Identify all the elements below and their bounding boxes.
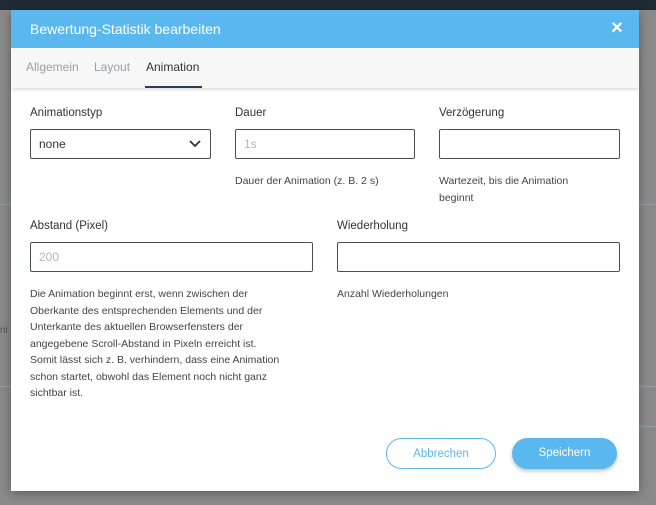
- chevron-down-icon: [189, 140, 201, 148]
- wiederholung-help: Anzahl Wiederholungen: [337, 288, 449, 300]
- active-tab-indicator: [145, 86, 202, 88]
- close-icon[interactable]: ×: [609, 18, 625, 38]
- abstand-help-line: angegebene Scroll-Abstand in Pixeln erre…: [30, 337, 257, 350]
- verzoegerung-label: Verzögerung: [439, 107, 505, 119]
- save-button[interactable]: Speichern: [512, 438, 617, 469]
- background-text: ni: [0, 325, 8, 336]
- dauer-input[interactable]: [235, 129, 415, 159]
- tab-layout[interactable]: Layout: [94, 60, 130, 74]
- background-divider: [639, 386, 656, 387]
- animationstyp-value: none: [39, 137, 66, 151]
- abstand-help-line: Somit lässt sich z. B. verhindern, dass …: [30, 354, 280, 366]
- animationstyp-select[interactable]: none: [30, 129, 211, 159]
- app-top-bar: [0, 0, 656, 10]
- verzoegerung-help-line: beginnt: [439, 191, 474, 204]
- verzoegerung-input[interactable]: [439, 129, 620, 159]
- abstand-help: Die Animation beginnt erst, wenn zwische…: [30, 286, 279, 402]
- abstand-help-line: Die Animation beginnt erst, wenn zwische…: [30, 288, 248, 300]
- dauer-label: Dauer: [235, 107, 267, 119]
- background-divider: [0, 386, 11, 387]
- background-divider: [0, 204, 11, 205]
- abstand-label: Abstand (Pixel): [30, 220, 108, 232]
- verzoegerung-help-line: Wartezeit, bis die Animation: [439, 175, 569, 187]
- animationstyp-label: Animationstyp: [30, 107, 103, 119]
- edit-dialog: Bewertung-Statistik bearbeiten × Allgeme…: [11, 10, 639, 491]
- dialog-title: Bewertung-Statistik bearbeiten: [30, 21, 221, 37]
- verzoegerung-help: Wartezeit, bis die Animation beginnt: [439, 173, 568, 206]
- wiederholung-input[interactable]: [337, 242, 620, 272]
- tab-bar: Allgemein Layout Animation: [11, 48, 639, 88]
- abstand-help-line: schon startet, obwohl das Element noch n…: [30, 370, 267, 383]
- tab-allgemein[interactable]: Allgemein: [26, 60, 79, 74]
- abstand-help-line: sichtbar ist.: [30, 387, 84, 399]
- abstand-help-line: Unterkante des aktuellen Browserfensters…: [30, 321, 244, 333]
- tab-animation[interactable]: Animation: [146, 60, 199, 74]
- wiederholung-label: Wiederholung: [337, 220, 408, 232]
- background-divider: [639, 426, 656, 427]
- background-divider: [639, 204, 656, 205]
- dialog-header: Bewertung-Statistik bearbeiten ×: [11, 10, 639, 48]
- cancel-button[interactable]: Abbrechen: [386, 438, 496, 469]
- abstand-help-line: Oberkante des entsprechenden Elements un…: [30, 304, 263, 317]
- abstand-input[interactable]: [30, 242, 313, 272]
- dauer-help: Dauer der Animation (z. B. 2 s): [235, 175, 379, 187]
